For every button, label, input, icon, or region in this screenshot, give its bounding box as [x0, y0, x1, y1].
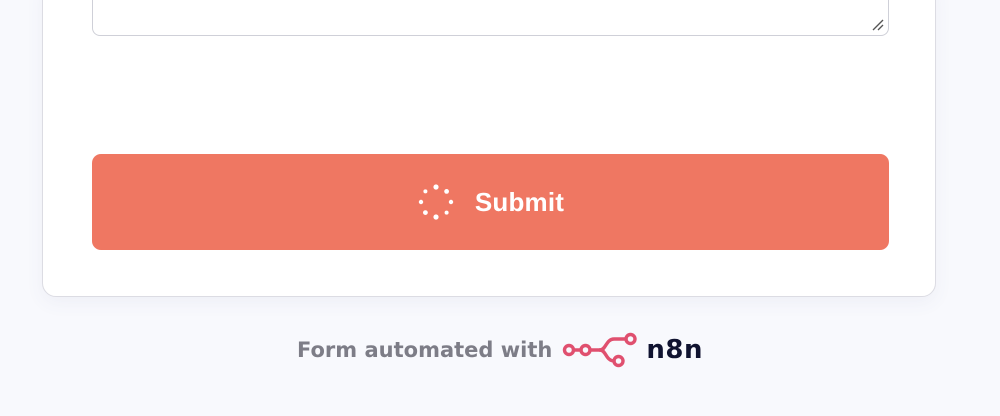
- form-card: Submit: [42, 0, 936, 297]
- submit-label: Submit: [474, 186, 565, 217]
- resize-handle-icon[interactable]: [871, 18, 885, 32]
- submit-button[interactable]: Submit: [92, 154, 889, 250]
- footer: Form automated with n8n: [0, 330, 1000, 370]
- message-textarea[interactable]: [92, 0, 889, 36]
- footer-text: Form automated with: [297, 338, 553, 362]
- loading-spinner-icon: [418, 184, 454, 220]
- n8n-logo-icon: [563, 332, 638, 368]
- form-page: Submit Form automated with n8n: [0, 0, 1000, 416]
- n8n-brand-link[interactable]: n8n: [562, 330, 703, 370]
- n8n-wordmark: n8n: [646, 335, 703, 365]
